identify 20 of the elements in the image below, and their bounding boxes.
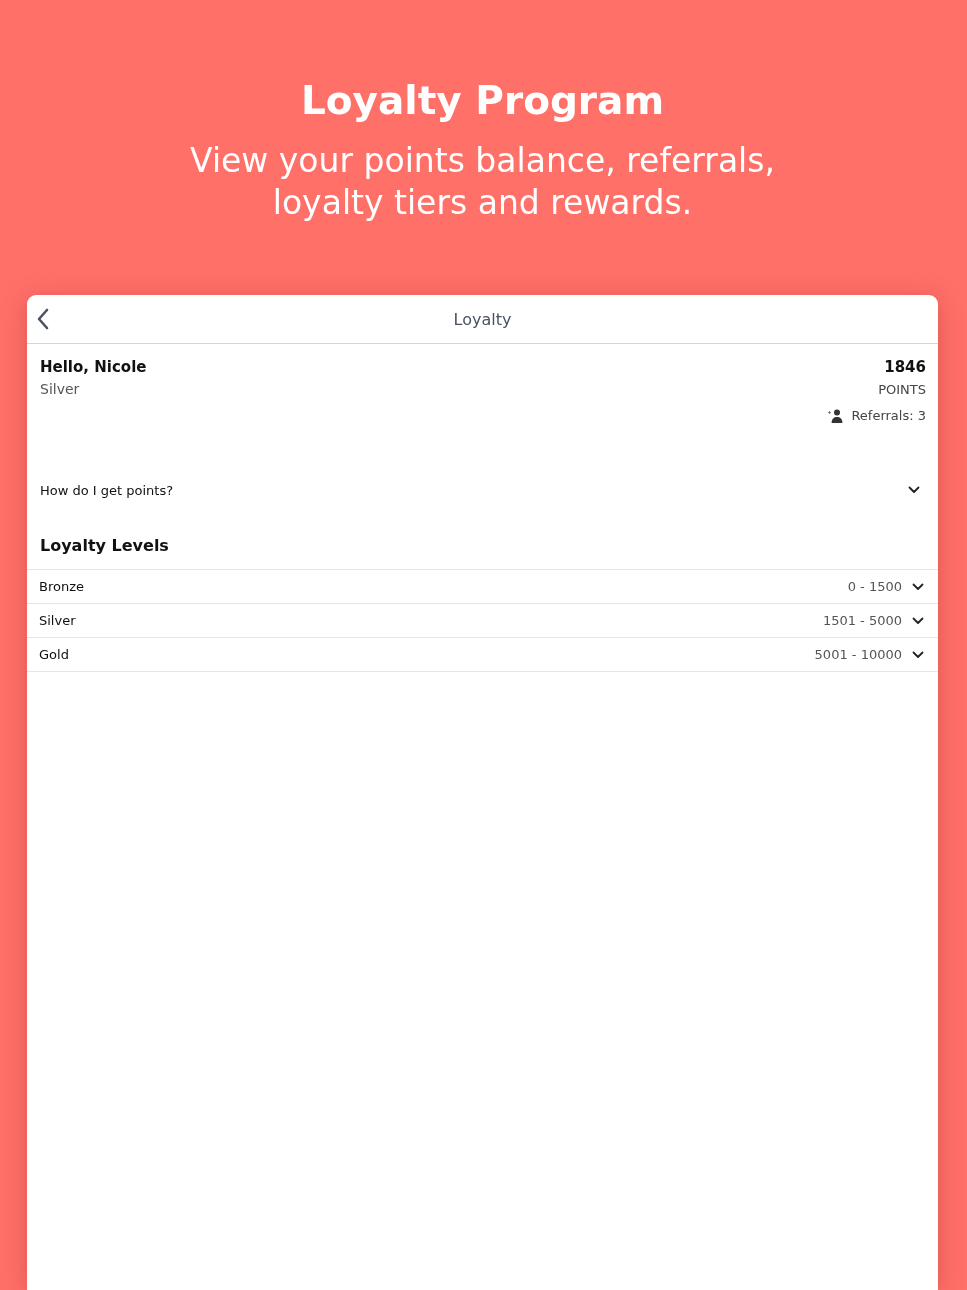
referrals-count: Referrals: 3 xyxy=(851,408,926,423)
points-value: 1846 xyxy=(884,357,926,378)
level-row[interactable]: Silver 1501 - 5000 xyxy=(27,604,938,638)
faq-toggle[interactable]: How do I get points? xyxy=(27,475,938,505)
tier-text: Silver xyxy=(40,380,81,399)
chevron-down-icon xyxy=(908,486,920,494)
points-label: POINTS xyxy=(878,381,926,399)
chevron-down-icon xyxy=(912,650,924,659)
screen-title: Loyalty xyxy=(453,309,512,329)
section-heading: Loyalty Levels xyxy=(39,535,170,557)
level-row[interactable]: Gold 5001 - 10000 xyxy=(27,638,938,672)
add-person-icon xyxy=(827,408,844,423)
back-button[interactable] xyxy=(35,307,51,331)
level-row[interactable]: Bronze 0 - 1500 xyxy=(27,570,938,604)
back-chevron-icon xyxy=(36,308,50,330)
chevron-down-icon xyxy=(912,582,924,591)
page-subtitle: View your points balance, referrals, loyalty tiers and rewards. xyxy=(189,140,776,224)
greeting-text: Hello, Nicole xyxy=(40,357,147,378)
page-title: Loyalty Program xyxy=(299,77,666,125)
chevron-down-icon xyxy=(912,616,924,625)
